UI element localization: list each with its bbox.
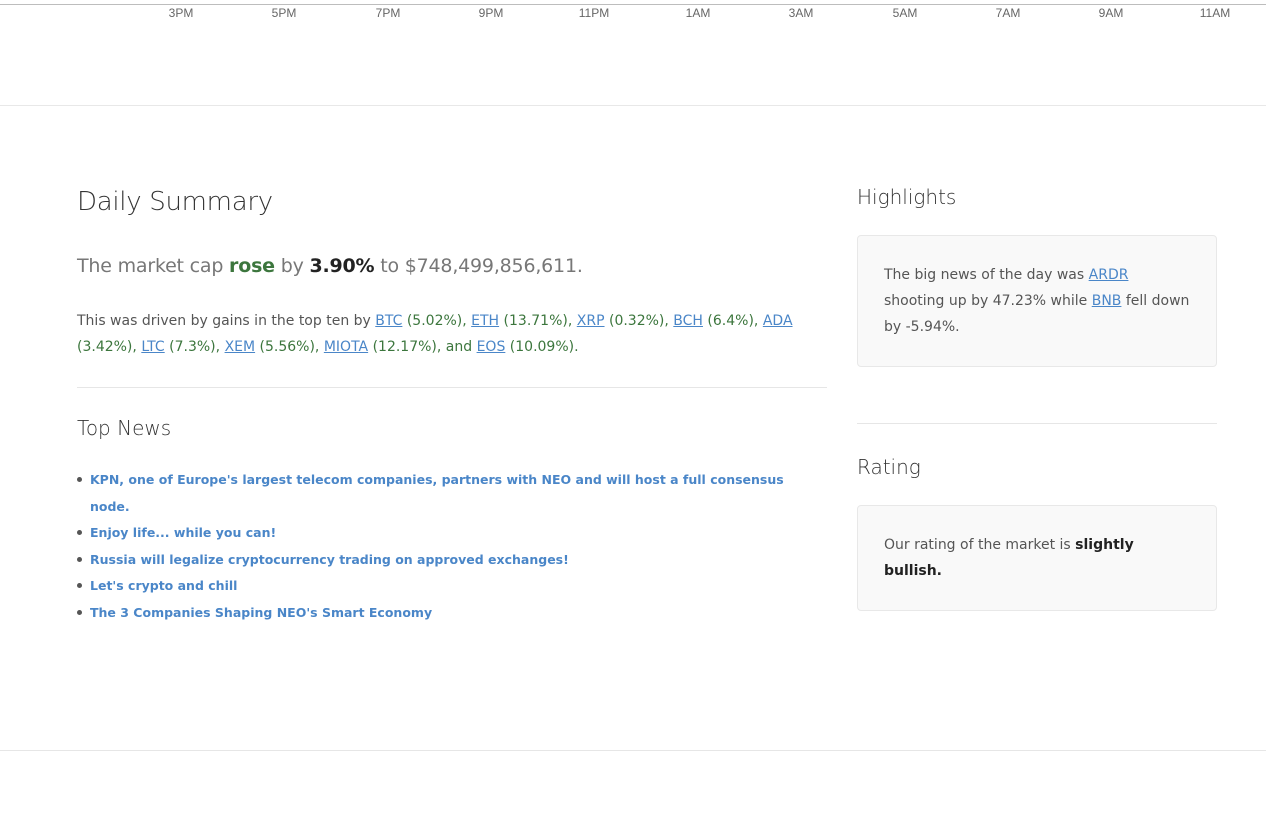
market-prefix: The market cap [77, 255, 224, 277]
gainers-paragraph: This was driven by gains in the top ten … [77, 308, 827, 360]
sidebar-column: Highlights The big news of the day was A… [857, 180, 1217, 611]
section-divider [77, 387, 827, 388]
coin-link-ardr[interactable]: ARDR [1089, 267, 1129, 283]
section-divider [857, 423, 1217, 424]
top-news-title: Top News [77, 416, 172, 440]
coin-gain: (7.3%), [169, 339, 221, 355]
coin-gain: (3.42%), [77, 339, 137, 355]
news-link[interactable]: The 3 Companies Shaping NEO's Smart Econ… [90, 605, 432, 620]
news-item: Russia will legalize cryptocurrency trad… [77, 547, 827, 574]
coin-gain: (5.02%), [406, 313, 467, 329]
rating-title: Rating [857, 455, 921, 479]
daily-summary-title: Daily Summary [77, 187, 273, 217]
coin-link-xem[interactable]: XEM [225, 339, 256, 355]
chart-tick-labels: 3PM 5PM 7PM 9PM 11PM 1AM 3AM 5AM 7AM 9AM… [0, 5, 1266, 21]
chart-x-axis: 3PM 5PM 7PM 9PM 11PM 1AM 3AM 5AM 7AM 9AM… [0, 0, 1266, 106]
market-cap-statement: The market cap rose by 3.90% to $748,499… [77, 252, 827, 280]
news-link[interactable]: KPN, one of Europe's largest telecom com… [90, 472, 784, 514]
market-direction: rose [229, 255, 275, 277]
footer-divider [0, 750, 1266, 751]
highlights-title: Highlights [857, 185, 957, 209]
coin-link-btc[interactable]: BTC [375, 313, 402, 329]
news-link[interactable]: Let's crypto and chill [90, 578, 237, 593]
page: 3PM 5PM 7PM 9PM 11PM 1AM 3AM 5AM 7AM 9AM… [0, 0, 1266, 829]
coin-gain: (12.17%), and [372, 339, 473, 355]
highlights-text: shooting up by 47.23% while [884, 293, 1088, 309]
tick-label: 11AM [1199, 6, 1231, 20]
tick-label: 1AM [685, 6, 711, 20]
coin-gain: (6.4%), [707, 313, 759, 329]
market-by: by [280, 255, 304, 277]
tick-label: 3PM [168, 6, 194, 20]
market-change-pct: 3.90% [309, 255, 375, 277]
market-cap-value: $748,499,856,611. [404, 255, 583, 277]
coin-link-ada[interactable]: ADA [763, 313, 793, 329]
market-to: to [380, 255, 399, 277]
tick-label: 7PM [375, 6, 401, 20]
rating-card: Our rating of the market is slightly bul… [857, 505, 1217, 611]
tick-label: 9PM [478, 6, 504, 20]
highlights-text: The big news of the day was [884, 267, 1085, 283]
coin-link-bch[interactable]: BCH [673, 313, 703, 329]
coin-link-xrp[interactable]: XRP [577, 313, 605, 329]
news-item: KPN, one of Europe's largest telecom com… [77, 467, 827, 520]
coin-gain: (5.56%), [259, 339, 320, 355]
tick-label: 3AM [788, 6, 814, 20]
rating-prefix: Our rating of the market is [884, 537, 1071, 553]
coin-gain: (10.09%). [509, 339, 579, 355]
highlights-card: The big news of the day was ARDR shootin… [857, 235, 1217, 367]
gainers-prefix: This was driven by gains in the top ten … [77, 313, 371, 329]
news-item: Let's crypto and chill [77, 573, 827, 600]
news-item: The 3 Companies Shaping NEO's Smart Econ… [77, 600, 827, 627]
news-link[interactable]: Russia will legalize cryptocurrency trad… [90, 552, 569, 567]
coin-link-miota[interactable]: MIOTA [324, 339, 368, 355]
coin-link-ltc[interactable]: LTC [141, 339, 164, 355]
coin-link-eth[interactable]: ETH [471, 313, 499, 329]
news-list: KPN, one of Europe's largest telecom com… [77, 467, 827, 626]
tick-label: 5PM [271, 6, 297, 20]
news-link[interactable]: Enjoy life... while you can! [90, 525, 276, 540]
tick-label: 7AM [995, 6, 1021, 20]
tick-label: 5AM [892, 6, 918, 20]
tick-label: 11PM [578, 6, 610, 20]
news-item: Enjoy life... while you can! [77, 520, 827, 547]
tick-label: 9AM [1098, 6, 1124, 20]
coin-link-bnb[interactable]: BNB [1092, 293, 1122, 309]
coin-link-eos[interactable]: EOS [477, 339, 506, 355]
coin-gain: (13.71%), [503, 313, 573, 329]
summary-column: Daily Summary The market cap rose by 3.9… [77, 180, 827, 626]
coin-gain: (0.32%), [608, 313, 669, 329]
